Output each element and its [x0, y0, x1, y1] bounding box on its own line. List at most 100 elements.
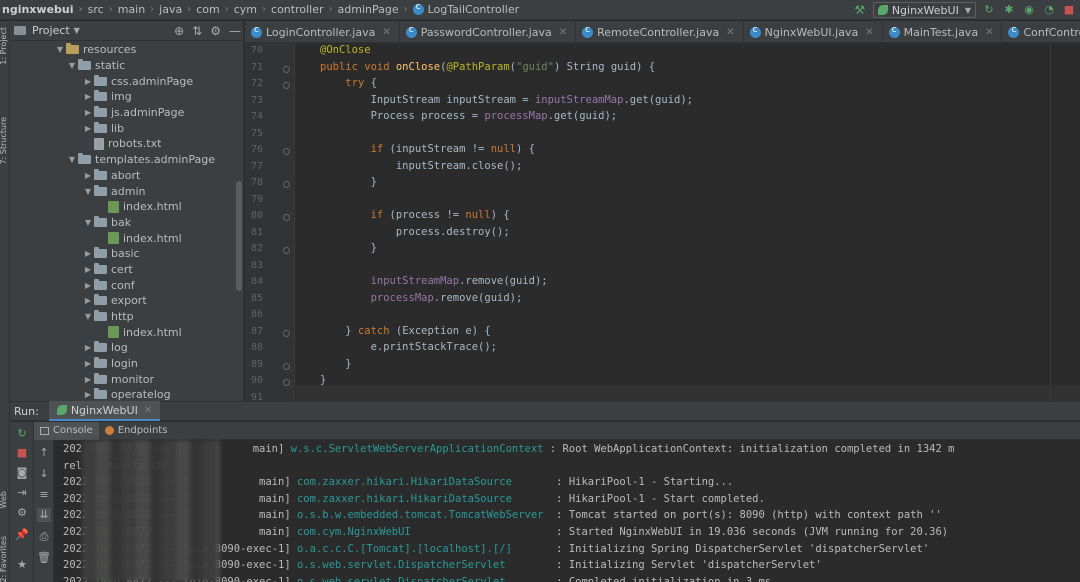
- scroll-to-end-icon[interactable]: ⇊: [37, 508, 51, 522]
- tree-item[interactable]: robots.txt: [10, 136, 243, 152]
- tree-item[interactable]: ▶ css.adminPage: [10, 73, 243, 89]
- chevron-right-icon[interactable]: ▶: [82, 359, 94, 368]
- editor-tab[interactable]: LoginController.java ✕: [245, 21, 400, 42]
- chevron-right-icon[interactable]: ▶: [82, 171, 94, 180]
- tree-item[interactable]: index.html: [10, 199, 243, 215]
- arrow-up-icon[interactable]: ↑: [37, 446, 51, 460]
- build-hammer-icon[interactable]: ⚒: [853, 3, 867, 17]
- soft-wrap-icon[interactable]: ≡: [37, 488, 51, 502]
- breadcrumb-item[interactable]: java ›: [159, 3, 196, 16]
- breadcrumb-item[interactable]: main ›: [118, 3, 159, 16]
- tree-item[interactable]: ▼ admin: [10, 183, 243, 199]
- chevron-down-icon[interactable]: ▼: [66, 155, 78, 164]
- tree-item[interactable]: ▼ resources: [10, 42, 243, 58]
- chevron-right-icon[interactable]: ▶: [82, 343, 94, 352]
- locate-file-icon[interactable]: ⊕: [174, 24, 184, 38]
- tree-item[interactable]: ▶ abort: [10, 168, 243, 184]
- chevron-down-icon[interactable]: ▼: [82, 312, 94, 321]
- project-view-selector[interactable]: Project: [32, 24, 70, 37]
- breadcrumb-item[interactable]: adminPage ›: [338, 3, 413, 16]
- fold-marker-icon[interactable]: [283, 181, 290, 188]
- pin-icon[interactable]: 📌: [15, 528, 29, 542]
- tree-item[interactable]: index.html: [10, 230, 243, 246]
- chevron-right-icon[interactable]: ▶: [82, 77, 94, 86]
- favorites-tool-tab[interactable]: 2: Favorites: [0, 536, 8, 582]
- editor-tab[interactable]: NginxWebUI.java ✕: [744, 21, 883, 42]
- chevron-right-icon[interactable]: ▶: [82, 108, 94, 117]
- project-scrollbar[interactable]: [236, 181, 242, 291]
- close-icon[interactable]: ✕: [559, 27, 567, 38]
- chevron-down-icon[interactable]: ▼: [54, 45, 66, 54]
- breadcrumb-item[interactable]: controller ›: [271, 3, 337, 16]
- fold-marker-icon[interactable]: [283, 362, 290, 370]
- fold-marker-icon[interactable]: [283, 214, 290, 221]
- chevron-right-icon[interactable]: ▶: [82, 375, 94, 384]
- chevron-right-icon[interactable]: ▶: [82, 124, 94, 133]
- editor-tab[interactable]: RemoteController.java ✕: [576, 21, 744, 42]
- stop-icon[interactable]: ■: [15, 446, 29, 460]
- favorites-star-icon[interactable]: ★: [15, 558, 29, 572]
- tree-item[interactable]: ▼ http: [10, 309, 243, 325]
- chevron-down-icon[interactable]: ▼: [74, 26, 80, 35]
- chevron-down-icon[interactable]: ▼: [82, 187, 94, 196]
- tree-item[interactable]: index.html: [10, 324, 243, 340]
- restore-layout-icon[interactable]: ⇥: [15, 486, 29, 500]
- breadcrumb-item[interactable]: nginxwebui ›: [2, 3, 88, 16]
- tree-item[interactable]: ▶ monitor: [10, 371, 243, 387]
- tree-item[interactable]: ▶ conf: [10, 277, 243, 293]
- chevron-right-icon[interactable]: ▶: [82, 296, 94, 305]
- chevron-down-icon[interactable]: ▼: [82, 218, 94, 227]
- hide-panel-icon[interactable]: —: [229, 24, 241, 38]
- close-icon[interactable]: ✕: [865, 27, 873, 38]
- chevron-down-icon[interactable]: ▼: [66, 61, 78, 70]
- fold-marker-icon[interactable]: [283, 148, 290, 155]
- tree-item[interactable]: ▼ bak: [10, 215, 243, 231]
- gear-icon[interactable]: ⚙: [210, 24, 221, 38]
- tree-item[interactable]: ▶ operatelog: [10, 387, 243, 401]
- chevron-right-icon[interactable]: ▶: [82, 92, 94, 101]
- editor-tab[interactable]: MainTest.java ✕: [883, 21, 1003, 42]
- tree-item[interactable]: ▶ lib: [10, 120, 243, 136]
- gear-icon[interactable]: ⚙: [15, 506, 29, 520]
- coverage-icon[interactable]: ◉: [1022, 3, 1036, 17]
- fold-marker-icon[interactable]: [283, 329, 290, 337]
- web-tool-tab[interactable]: Web: [0, 491, 8, 508]
- editor-tab[interactable]: PasswordController.java ✕: [400, 21, 577, 42]
- collapse-all-icon[interactable]: ⇅: [192, 24, 202, 38]
- structure-tool-tab[interactable]: 7: Structure: [0, 117, 8, 165]
- chevron-right-icon[interactable]: ▶: [82, 265, 94, 274]
- editor-tab[interactable]: ConfController.java✕: [1002, 21, 1080, 42]
- chevron-right-icon[interactable]: ▶: [82, 281, 94, 290]
- tab-endpoints[interactable]: Endpoints: [99, 422, 174, 440]
- tree-item[interactable]: ▶ cert: [10, 262, 243, 278]
- tree-item[interactable]: ▶ js.adminPage: [10, 105, 243, 121]
- rerun-icon[interactable]: ↻: [982, 3, 996, 17]
- tree-item[interactable]: ▶ img: [10, 89, 243, 105]
- tree-item[interactable]: ▶ basic: [10, 246, 243, 262]
- tree-item[interactable]: ▼ static: [10, 58, 243, 74]
- camera-icon[interactable]: ◙: [15, 466, 29, 480]
- fold-marker-icon[interactable]: [283, 379, 290, 386]
- code-editor[interactable]: @OnClose public void onClose(@PathParam("…: [296, 43, 1080, 401]
- profile-icon[interactable]: ◔: [1042, 3, 1056, 17]
- breadcrumb-item[interactable]: com ›: [196, 3, 234, 16]
- run-tab-nginxwebui[interactable]: NginxWebUI ✕: [48, 401, 161, 421]
- stop-icon[interactable]: ■: [1062, 3, 1076, 17]
- close-icon[interactable]: ✕: [985, 27, 993, 38]
- tree-item[interactable]: ▼ templates.adminPage: [10, 152, 243, 168]
- debug-bug-icon[interactable]: ✱: [1002, 3, 1016, 17]
- trash-icon[interactable]: 🗑: [37, 551, 51, 565]
- chevron-right-icon[interactable]: ▶: [82, 390, 94, 399]
- breadcrumb-item[interactable]: src ›: [88, 3, 118, 16]
- close-icon[interactable]: ✕: [144, 405, 152, 416]
- breadcrumb-item[interactable]: cym ›: [234, 3, 271, 16]
- tab-console[interactable]: Console: [34, 421, 99, 440]
- rerun-icon[interactable]: ↻: [15, 427, 29, 441]
- tree-item[interactable]: ▶ login: [10, 356, 243, 372]
- fold-marker-icon[interactable]: [283, 65, 290, 73]
- close-icon[interactable]: ✕: [726, 27, 734, 38]
- breadcrumb-item[interactable]: LogTailController: [412, 2, 519, 16]
- print-icon[interactable]: ⎙: [37, 530, 51, 544]
- tree-item[interactable]: ▶ export: [10, 293, 243, 309]
- run-configuration-select[interactable]: NginxWebUI ▼: [872, 2, 976, 18]
